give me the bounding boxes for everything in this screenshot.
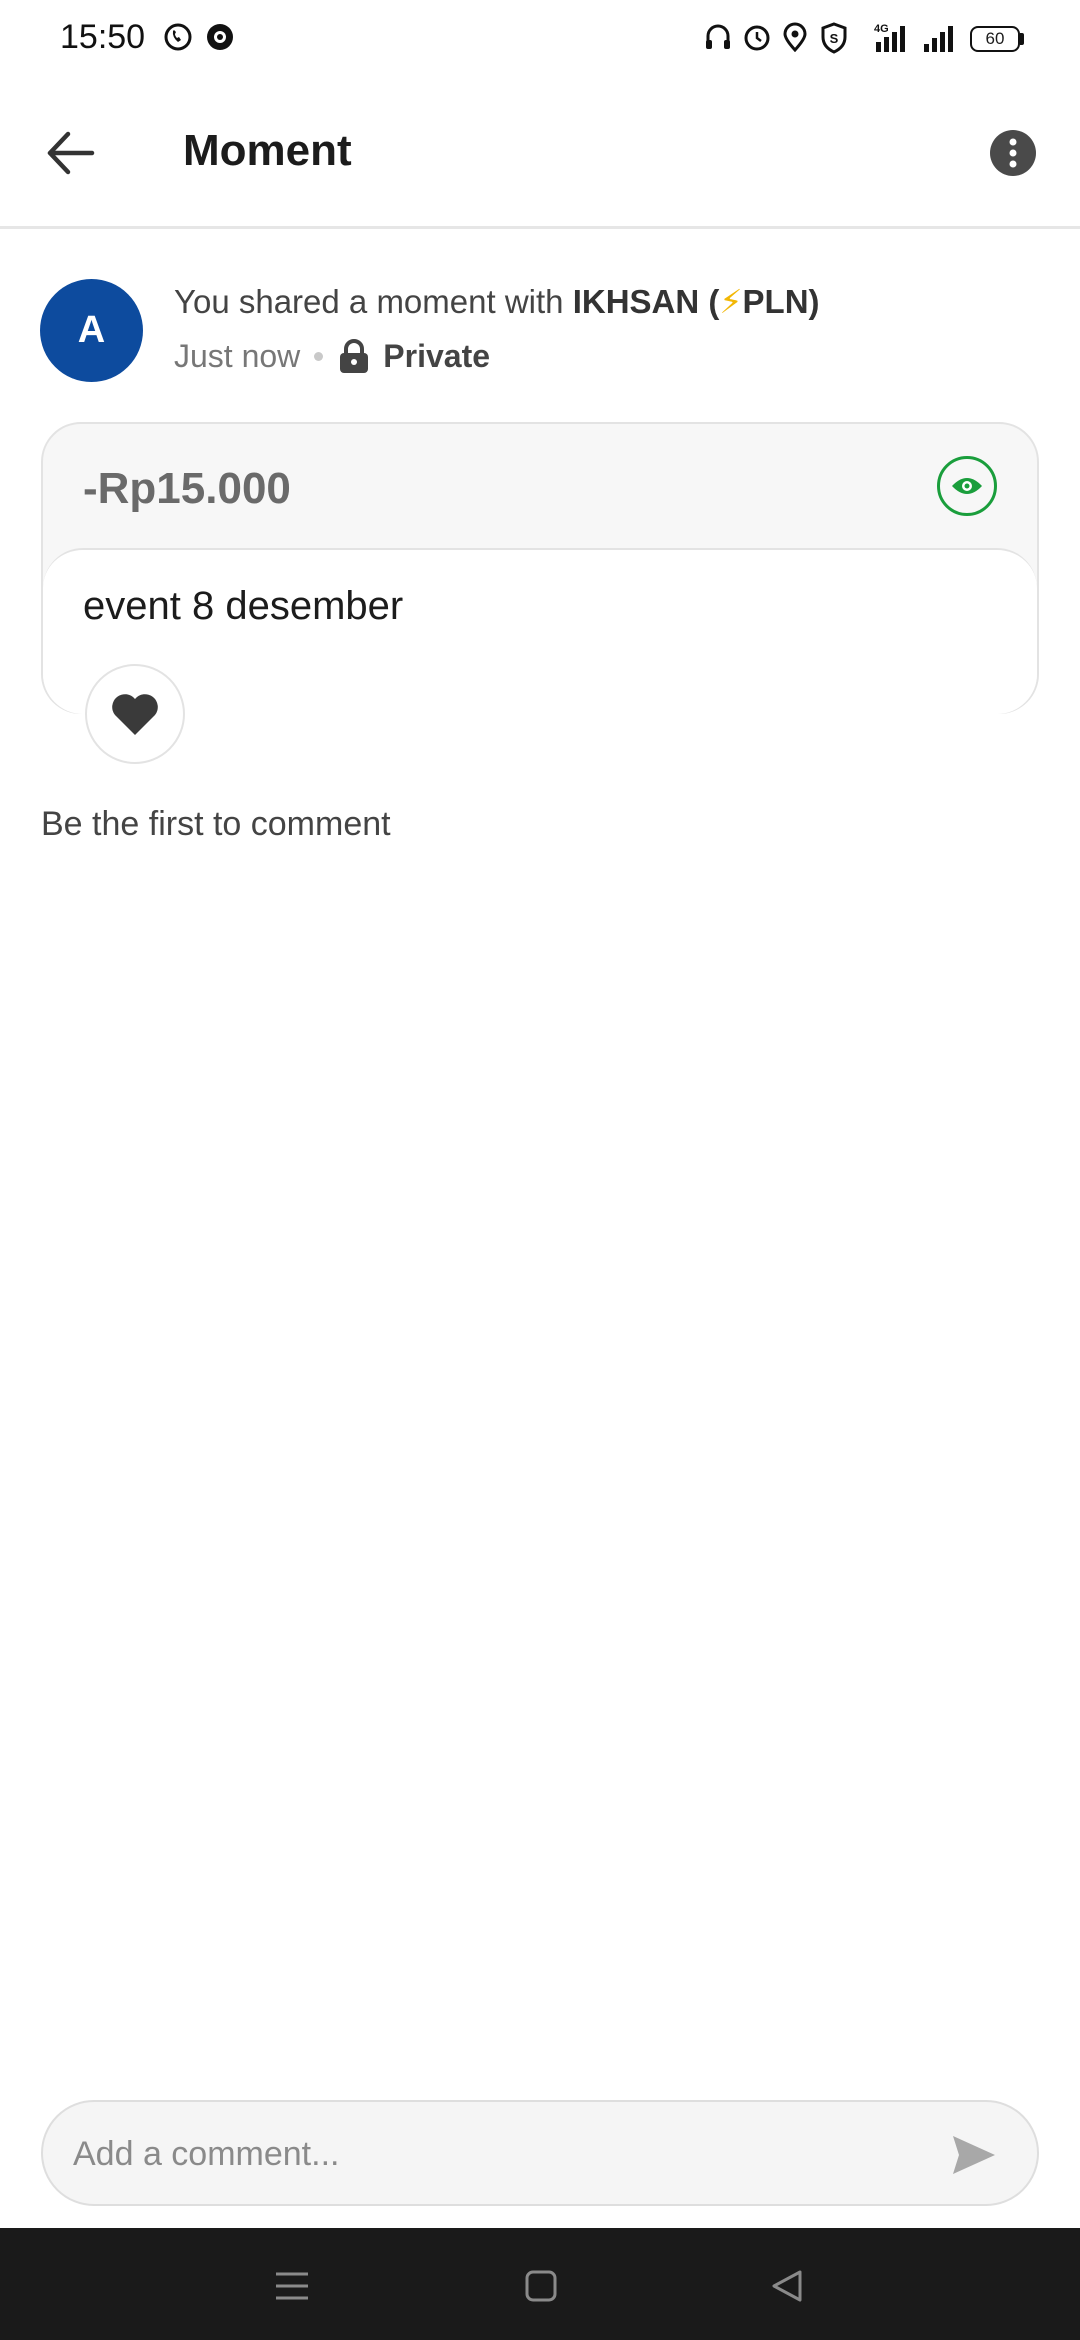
moment-note: event 8 desember <box>83 584 404 628</box>
whatsapp-icon <box>164 23 192 51</box>
app-bar: Moment <box>0 80 1080 229</box>
share-time: Just now <box>174 338 301 374</box>
svg-text:S: S <box>830 31 839 46</box>
home-square-icon <box>525 2270 557 2302</box>
arrow-left-icon <box>47 131 95 175</box>
share-prefix: You shared a moment with <box>174 283 573 320</box>
status-bar: 15:50 S 4G 60 <box>0 0 1080 80</box>
menu-icon <box>276 2272 308 2300</box>
share-description: You shared a moment with IKHSAN (⚡PLN) <box>174 282 820 321</box>
signal-4g-icon: 4G <box>874 23 905 52</box>
send-icon <box>953 2136 995 2174</box>
shield-icon: S <box>821 22 847 54</box>
nav-back-button[interactable] <box>766 2266 810 2306</box>
page-title: Moment <box>183 126 352 175</box>
nav-home-button[interactable] <box>519 2266 563 2306</box>
more-vertical-icon <box>1009 138 1017 168</box>
location-icon <box>783 22 807 52</box>
privacy-label: Private <box>383 338 491 374</box>
lock-icon <box>340 338 369 373</box>
transaction-amount: -Rp15.000 <box>83 464 291 513</box>
back-triangle-icon <box>772 2270 802 2302</box>
avatar[interactable]: A <box>40 279 143 382</box>
heart-icon <box>112 694 158 735</box>
visibility-toggle-button[interactable] <box>937 456 997 516</box>
send-button[interactable] <box>949 2132 999 2178</box>
headphones-icon <box>706 24 730 49</box>
comment-input[interactable] <box>71 2128 935 2180</box>
share-meta: Just now Private <box>174 338 490 375</box>
alarm-icon <box>744 25 770 51</box>
moment-card: -Rp15.000 event 8 desember <box>41 422 1039 714</box>
app-circle-icon <box>207 24 233 50</box>
battery-level: 60 <box>985 29 1005 48</box>
like-button[interactable] <box>85 664 185 764</box>
empty-comments-text: Be the first to comment <box>41 805 391 843</box>
status-time: 15:50 <box>60 18 146 56</box>
separator-dot <box>314 352 324 361</box>
system-nav-bar <box>0 2228 1080 2340</box>
nav-menu-button[interactable] <box>270 2266 314 2306</box>
share-recipient-suffix: PLN) <box>742 283 820 320</box>
battery-icon: 60 <box>970 26 1020 52</box>
signal-icon <box>924 26 953 52</box>
share-recipient[interactable]: IKHSAN ( <box>573 283 720 320</box>
eye-icon <box>952 478 982 494</box>
battery-tip <box>1020 33 1024 45</box>
comment-bar <box>41 2100 1039 2206</box>
svg-text:4G: 4G <box>874 23 889 35</box>
moment-note-section: event 8 desember <box>43 548 1037 714</box>
bolt-emoji: ⚡ <box>719 283 743 320</box>
more-options-button[interactable] <box>990 130 1036 176</box>
back-button[interactable] <box>40 120 106 186</box>
